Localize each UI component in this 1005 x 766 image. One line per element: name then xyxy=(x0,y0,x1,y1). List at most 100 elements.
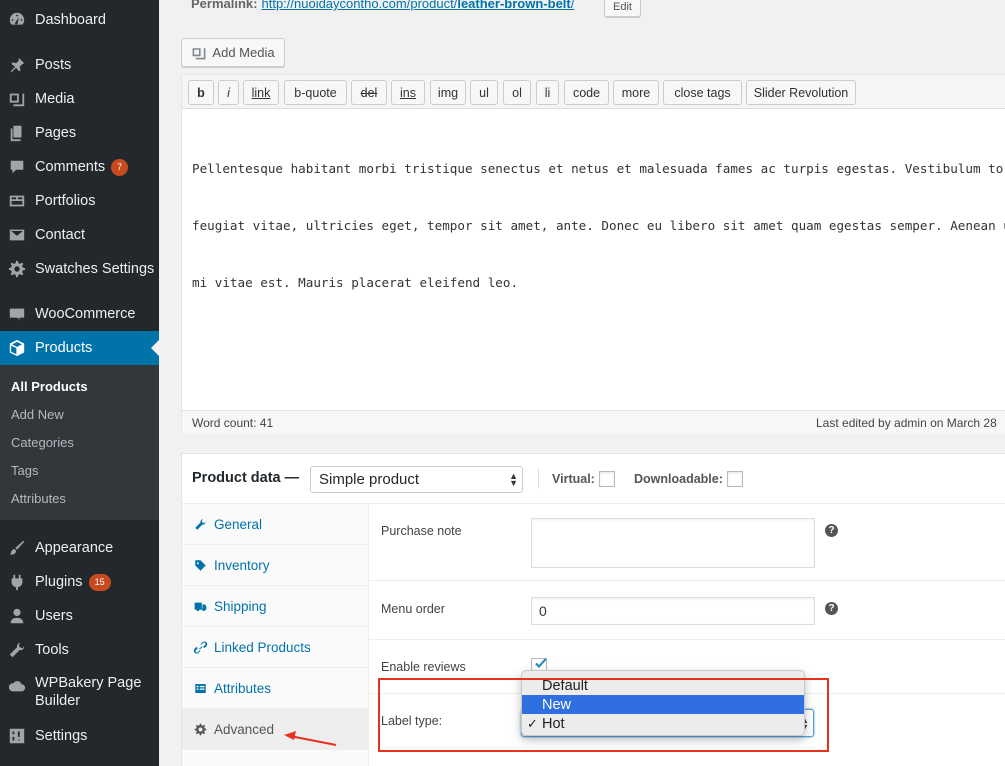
sidebar-item-wpbakery[interactable]: WPBakery Page Builder xyxy=(0,674,159,716)
sidebar-item-appearance[interactable]: Appearance xyxy=(0,531,159,565)
dashboard-icon xyxy=(7,10,27,30)
enable-reviews-label: Enable reviews xyxy=(381,660,466,674)
menu-order-input[interactable]: 0 xyxy=(531,597,815,625)
qt-slider-revolution-button[interactable]: Slider Revolution xyxy=(746,80,856,105)
sidebar-item-contact[interactable]: Contact xyxy=(0,218,159,252)
sidebar-item-plugins[interactable]: Plugins 15 xyxy=(0,565,159,599)
qt-bold-button[interactable]: b xyxy=(188,80,214,105)
sidebar-item-media[interactable]: Media xyxy=(0,82,159,116)
sidebar-item-label: Products xyxy=(35,340,93,356)
downloadable-option: Downloadable: xyxy=(634,471,743,487)
purchase-note-textarea[interactable] xyxy=(531,518,815,568)
qt-close-tags-button[interactable]: close tags xyxy=(663,80,742,105)
sidebar-item-label: Portfolios xyxy=(35,193,96,209)
sidebar-item-label: WooCommerce xyxy=(35,306,136,322)
woocommerce-icon xyxy=(7,304,27,324)
qt-blockquote-button[interactable]: b-quote xyxy=(284,80,347,105)
edit-permalink-button[interactable]: Edit xyxy=(604,0,641,17)
pages-icon xyxy=(7,123,27,143)
submenu-tags[interactable]: Tags xyxy=(11,463,38,478)
comments-count-badge: 7 xyxy=(111,158,129,176)
sidebar-item-pages[interactable]: Pages xyxy=(0,116,159,150)
sidebar-item-products[interactable]: Products xyxy=(0,331,159,365)
product-type-select[interactable]: Simple product ▲ ▼ xyxy=(310,466,523,493)
tab-advanced[interactable]: Advanced xyxy=(182,709,369,750)
downloadable-checkbox[interactable] xyxy=(726,471,743,487)
help-icon[interactable]: ? xyxy=(825,524,838,537)
permalink-row: Permalink: http://nuoidaycontho.com/prod… xyxy=(191,0,574,11)
submenu-attributes[interactable]: Attributes xyxy=(11,491,66,506)
gear-icon xyxy=(193,722,207,736)
cloud-icon xyxy=(7,676,27,696)
virtual-option: Virtual: xyxy=(552,471,615,487)
editor-textarea[interactable]: Pellentesque habitant morbi tristique se… xyxy=(192,121,1005,330)
sidebar-item-dashboard[interactable]: Dashboard xyxy=(0,3,159,37)
sidebar-item-label: Posts xyxy=(35,57,72,73)
quicktags-toolbar: b i link b-quote del ins img ul ol li co… xyxy=(182,75,1005,109)
plugins-update-badge: 15 xyxy=(88,573,111,591)
qt-more-button[interactable]: more xyxy=(613,80,659,105)
qt-li-button[interactable]: li xyxy=(536,80,559,105)
virtual-checkbox[interactable] xyxy=(598,471,615,487)
sidebar-item-label: WPBakery Page xyxy=(35,675,142,691)
sidebar-item-portfolios[interactable]: Portfolios xyxy=(0,184,159,218)
sidebar-item-label: Plugins xyxy=(35,574,83,590)
qt-ol-button[interactable]: ol xyxy=(503,80,531,105)
sidebar-item-posts[interactable]: Posts xyxy=(0,48,159,82)
word-count: Word count: 41 xyxy=(192,416,274,430)
checkmark-icon xyxy=(535,658,547,668)
sidebar-item-label: Pages xyxy=(35,125,77,141)
sidebar-item-label: Tools xyxy=(35,642,69,658)
qt-ins-button[interactable]: ins xyxy=(391,80,425,105)
qt-link-button[interactable]: link xyxy=(243,80,279,105)
brush-icon xyxy=(7,538,27,558)
media-icon xyxy=(7,89,27,109)
last-edited: Last edited by admin on March 28 xyxy=(816,416,997,430)
add-media-button[interactable]: Add Media xyxy=(181,38,285,67)
editor-status-bar: Word count: 41 Last edited by admin on M… xyxy=(182,410,1005,434)
tab-attributes[interactable]: Attributes xyxy=(182,668,369,709)
link-icon xyxy=(193,640,207,654)
tab-shipping[interactable]: Shipping xyxy=(182,586,369,627)
tab-general[interactable]: General xyxy=(182,504,369,545)
submenu-add-new[interactable]: Add New xyxy=(11,407,64,422)
products-submenu: All Products Add New Categories Tags Att… xyxy=(0,365,159,520)
sidebar-item-label: Dashboard xyxy=(35,12,106,28)
permalink-link[interactable]: http://nuoidaycontho.com/product/leather… xyxy=(261,0,574,11)
annotation-highlight-box xyxy=(378,678,829,752)
menu-order-label: Menu order xyxy=(381,602,445,616)
sidebar-item-comments[interactable]: Comments 7 xyxy=(0,150,159,184)
product-data-header: Product data — Simple product ▲ ▼ Virtual… xyxy=(182,454,1005,504)
editor-line: feugiat vitae, ultricies eget, tempor si… xyxy=(192,218,1005,233)
sidebar-item-woocommerce[interactable]: WooCommerce xyxy=(0,297,159,331)
pin-icon xyxy=(7,55,27,75)
media-icon xyxy=(193,47,206,59)
truck-icon xyxy=(193,599,207,613)
sidebar-item-users[interactable]: Users xyxy=(0,599,159,633)
sidebar-item-label: Contact xyxy=(35,227,85,243)
portfolio-icon xyxy=(7,191,27,211)
qt-code-button[interactable]: code xyxy=(564,80,609,105)
qt-ul-button[interactable]: ul xyxy=(470,80,498,105)
submenu-all-products[interactable]: All Products xyxy=(11,379,88,394)
help-icon[interactable]: ? xyxy=(825,602,838,615)
list-icon xyxy=(193,681,207,695)
comments-icon xyxy=(7,157,27,177)
sidebar-item-label: Users xyxy=(35,608,73,624)
qt-del-button[interactable]: del xyxy=(351,80,387,105)
tab-linked-products[interactable]: Linked Products xyxy=(182,627,369,668)
submenu-categories[interactable]: Categories xyxy=(11,435,74,450)
sidebar-item-label-line2: Builder xyxy=(35,693,81,709)
sidebar-item-settings[interactable]: Settings xyxy=(0,719,159,753)
box-icon xyxy=(7,338,27,358)
sidebar-item-label: Comments xyxy=(35,159,106,175)
qt-italic-button[interactable]: i xyxy=(218,80,239,105)
qt-img-button[interactable]: img xyxy=(430,80,466,105)
sidebar-item-tools[interactable]: Tools xyxy=(0,633,159,667)
plug-icon xyxy=(7,572,27,592)
sidebar-item-swatches-settings[interactable]: Swatches Settings xyxy=(0,252,159,286)
tab-inventory[interactable]: Inventory xyxy=(182,545,369,586)
user-icon xyxy=(7,606,27,626)
purchase-note-label: Purchase note xyxy=(381,524,462,538)
mail-icon xyxy=(7,225,27,245)
